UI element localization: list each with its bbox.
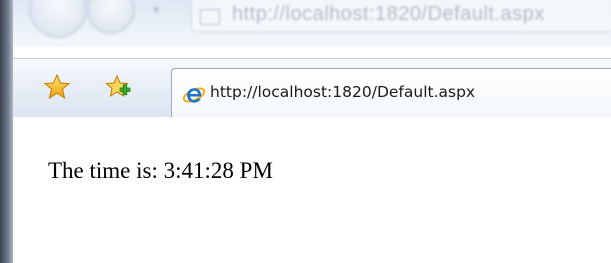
page-content: The time is: 3:41:28 PM <box>13 117 611 263</box>
recent-pages-dropdown[interactable]: ▾ <box>153 2 160 18</box>
add-favorite-icon[interactable] <box>104 73 132 101</box>
address-bar-area: ▾ http://localhost:1820/Default.aspx <box>13 0 611 47</box>
back-button[interactable] <box>29 0 87 38</box>
time-display: The time is: 3:41:28 PM <box>48 158 273 183</box>
forward-button[interactable] <box>87 0 135 34</box>
address-text: http://localhost:1820/Default.aspx <box>232 3 545 25</box>
tab-default-aspx[interactable]: http://localhost:1820/Default.aspx <box>171 68 611 119</box>
tab-title: http://localhost:1820/Default.aspx <box>210 83 476 101</box>
address-bar[interactable]: http://localhost:1820/Default.aspx <box>191 0 611 32</box>
favorites-bar: http://localhost:1820/Default.aspx <box>13 58 611 119</box>
internet-explorer-icon <box>182 87 206 103</box>
window-frame-left <box>0 0 13 263</box>
page-icon <box>200 9 220 25</box>
favorites-star-icon[interactable] <box>43 73 71 101</box>
